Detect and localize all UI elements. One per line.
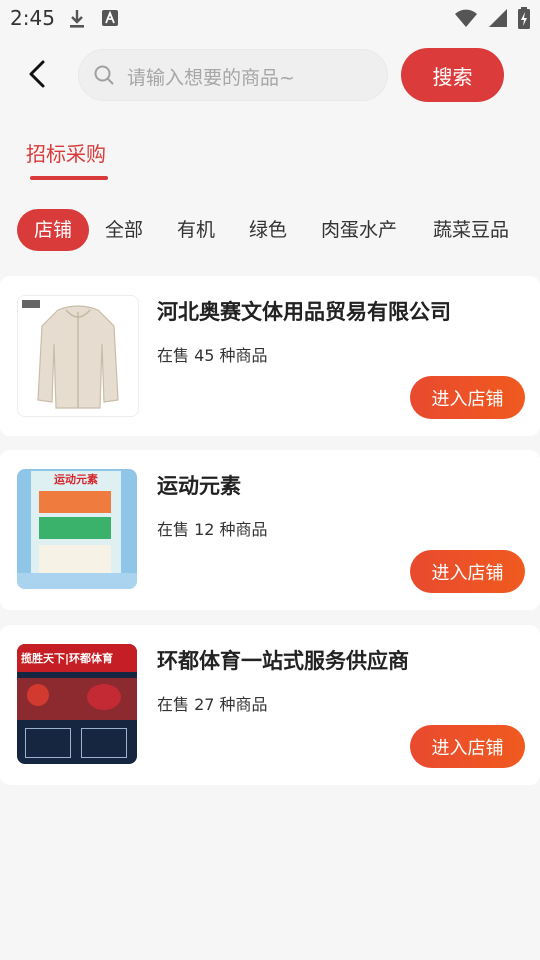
category-chip-meat-egg-seafood[interactable]: 肉蛋水产 <box>321 209 397 251</box>
status-bar: 2:45 <box>0 0 540 36</box>
shop-thumbnail-title: 揽胜天下|环都体育 <box>21 652 114 665</box>
shop-product-count: 在售 12 种商品 <box>157 520 268 539</box>
battery-icon <box>518 7 530 29</box>
search-icon <box>94 65 114 85</box>
shop-product-count: 在售 45 种商品 <box>157 346 268 365</box>
category-chip-green[interactable]: 绿色 <box>249 209 287 251</box>
status-system <box>454 7 530 29</box>
download-icon <box>70 10 84 28</box>
enter-shop-button[interactable]: 进入店铺 <box>410 550 525 593</box>
category-chip-vegetable-bean[interactable]: 蔬菜豆品 <box>433 209 509 251</box>
shop-thumbnail: 运动元素 <box>17 469 137 589</box>
enter-shop-button[interactable]: 进入店铺 <box>410 725 525 768</box>
shop-card[interactable]: 运动元素 运动元素 在售 12 种商品 进入店铺 <box>0 450 540 610</box>
back-icon <box>29 60 45 88</box>
search-button[interactable]: 搜索 <box>401 48 504 102</box>
text-icon <box>102 10 118 26</box>
shop-card[interactable]: 河北奥赛文体用品贸易有限公司 在售 45 种商品 进入店铺 <box>0 276 540 436</box>
category-chip-all[interactable]: 全部 <box>105 209 143 251</box>
category-filter: 店铺 全部 有机 绿色 肉蛋水产 蔬菜豆品 <box>17 209 540 251</box>
shop-thumbnail-title: 运动元素 <box>54 473 98 486</box>
tab-indicator <box>30 176 108 180</box>
category-chip-organic[interactable]: 有机 <box>177 209 215 251</box>
back-button[interactable] <box>22 56 56 92</box>
search-input[interactable]: 请输入想要的商品~ <box>78 49 388 101</box>
status-notifications <box>66 8 120 30</box>
shop-name: 环都体育一站式服务供应商 <box>157 649 409 673</box>
shop-card[interactable]: 揽胜天下|环都体育 环都体育一站式服务供应商 在售 27 种商品 进入店铺 <box>0 625 540 785</box>
shop-thumbnail: 揽胜天下|环都体育 <box>17 644 137 764</box>
header: 请输入想要的商品~ 搜索 <box>0 44 540 108</box>
tab-bidding-procurement[interactable]: 招标采购 <box>26 138 106 167</box>
shop-product-count: 在售 27 种商品 <box>157 695 268 714</box>
category-chip-shop[interactable]: 店铺 <box>17 209 89 251</box>
wifi-icon <box>455 9 477 27</box>
search-placeholder: 请输入想要的商品~ <box>127 67 295 89</box>
status-time: 2:45 <box>10 6 55 30</box>
shop-name: 河北奥赛文体用品贸易有限公司 <box>157 300 451 324</box>
signal-icon <box>489 9 507 27</box>
shop-thumbnail <box>17 295 139 417</box>
shop-name: 运动元素 <box>157 474 241 498</box>
enter-shop-button[interactable]: 进入店铺 <box>410 376 525 419</box>
